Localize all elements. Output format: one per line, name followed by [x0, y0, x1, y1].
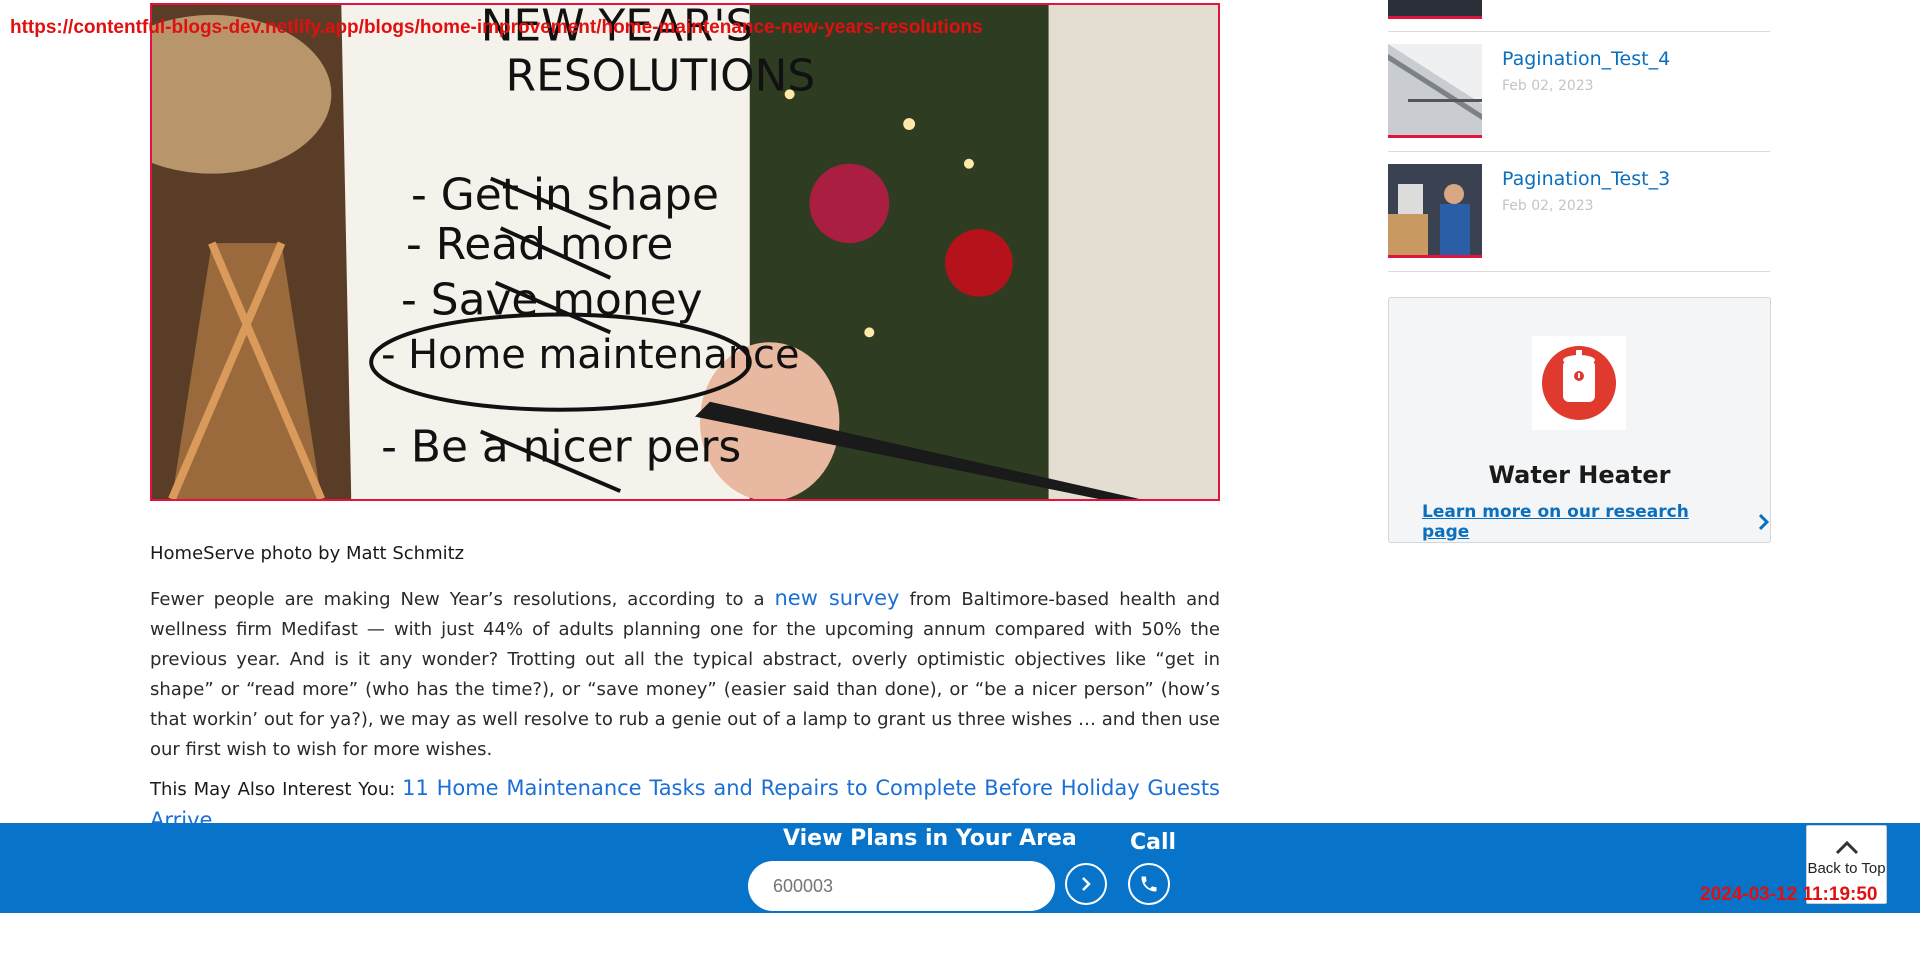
post-thumbnail[interactable] — [1388, 164, 1482, 258]
view-plans-label: View Plans in Your Area — [783, 826, 1077, 851]
list-item[interactable] — [1388, 0, 1770, 32]
note-line-6: - Home maintenance — [381, 332, 799, 378]
call-button[interactable] — [1128, 863, 1170, 905]
post-thumbnail[interactable] — [1388, 0, 1482, 19]
timestamp-overlay: 2024-03-12 11:19:50 — [1700, 884, 1878, 905]
chevron-up-icon — [1835, 840, 1859, 855]
post-title[interactable]: Pagination_Test_3 — [1502, 168, 1670, 190]
zip-code-input[interactable] — [748, 861, 1055, 911]
source-url-overlay: https://contentful-blogs-dev.netlify.app… — [10, 17, 983, 38]
zip-submit-button[interactable] — [1065, 863, 1107, 905]
related-article-label: This May Also Interest You: — [150, 779, 403, 800]
photo-caption: HomeServe photo by Matt Schmitz — [150, 543, 465, 564]
phone-icon — [1141, 876, 1157, 892]
recent-posts-list: Pagination_Test_4 Feb 02, 2023 Paginatio… — [1388, 0, 1770, 272]
water-heater-icon-box — [1532, 336, 1626, 430]
paragraph-text-before: Fewer people are making New Year’s resol… — [150, 589, 775, 610]
research-page-link[interactable]: Learn more on our research page — [1422, 502, 1770, 542]
new-survey-link[interactable]: new survey — [775, 586, 900, 610]
call-label: Call — [1130, 830, 1177, 855]
research-link-label: Learn more on our research page — [1422, 502, 1689, 542]
view-plans-bar: View Plans in Your Area Call — [0, 823, 1920, 913]
paragraph-text-after: from Baltimore-based health and wellness… — [150, 589, 1221, 760]
post-title[interactable]: Pagination_Test_4 — [1502, 48, 1670, 70]
chevron-right-icon — [1082, 877, 1091, 891]
post-thumbnail[interactable] — [1388, 44, 1482, 138]
hero-illustration: NEW YEAR'S RESOLUTIONS - Get in shape - … — [152, 5, 1218, 499]
back-to-top-label: Back to Top — [1807, 860, 1886, 877]
water-heater-icon — [1542, 346, 1616, 420]
water-heater-card: Water Heater Learn more on our research … — [1388, 297, 1771, 543]
post-date: Feb 02, 2023 — [1502, 78, 1594, 94]
post-date: Feb 02, 2023 — [1502, 198, 1594, 214]
hero-image: NEW YEAR'S RESOLUTIONS - Get in shape - … — [150, 3, 1220, 501]
list-item[interactable]: Pagination_Test_3 Feb 02, 2023 — [1388, 152, 1770, 272]
article-paragraph: Fewer people are making New Year’s resol… — [150, 583, 1220, 765]
list-item[interactable]: Pagination_Test_4 Feb 02, 2023 — [1388, 32, 1770, 152]
note-line-5: - Save money — [401, 275, 702, 326]
chevron-right-icon — [1759, 513, 1770, 531]
card-title: Water Heater — [1488, 461, 1671, 489]
note-line-2: RESOLUTIONS — [506, 50, 816, 101]
note-line-3: - Get in shape — [411, 169, 719, 220]
